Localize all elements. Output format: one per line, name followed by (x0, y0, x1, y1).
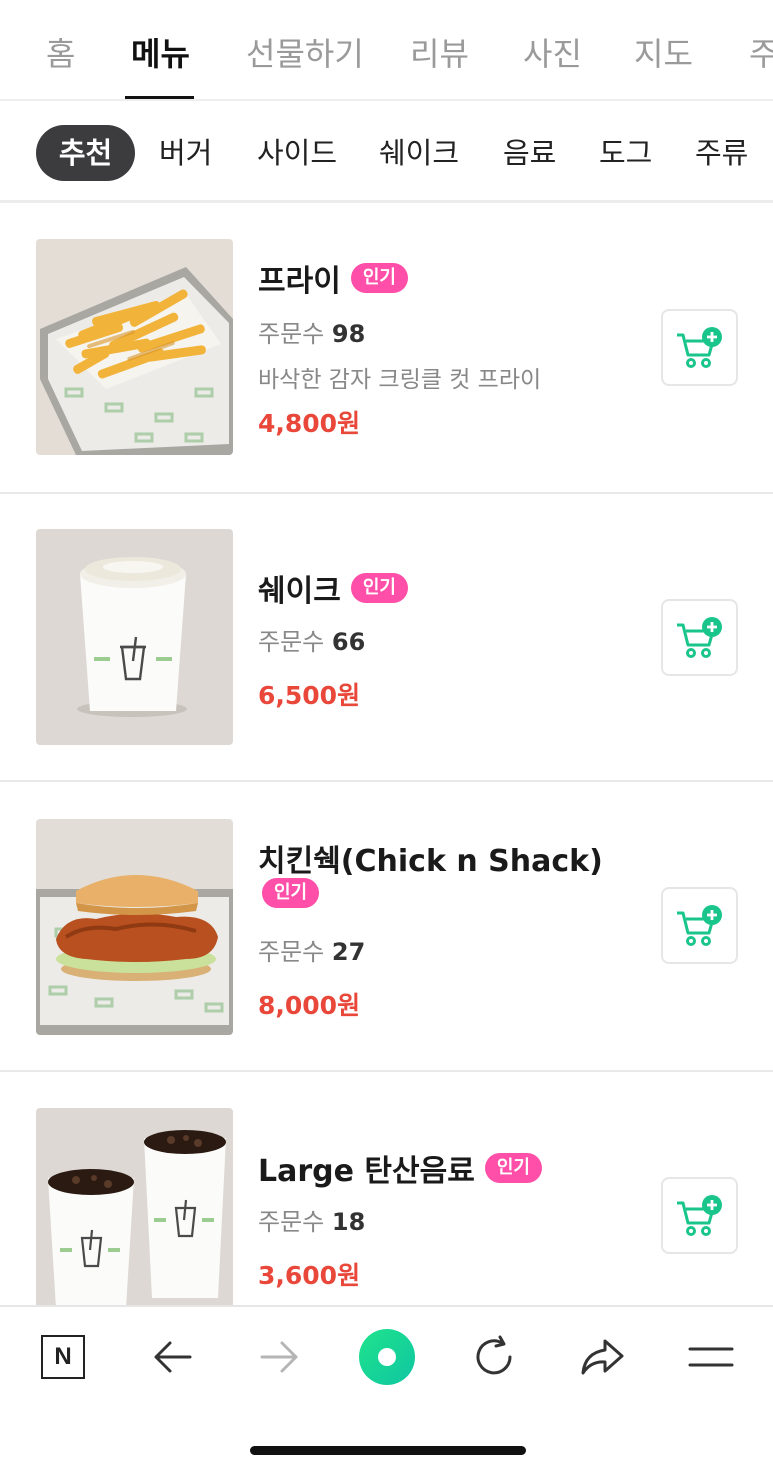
add-to-cart-button[interactable] (661, 599, 738, 676)
share-icon[interactable] (572, 1327, 632, 1387)
tab-map[interactable]: 지도 (634, 34, 693, 74)
add-to-cart-button[interactable] (661, 1177, 738, 1254)
item-name-row: Large 탄산음료 인기 (258, 1146, 542, 1190)
order-count-label: 주문수 (258, 628, 325, 656)
refresh-icon[interactable] (464, 1327, 524, 1387)
green-dot-icon[interactable] (357, 1327, 417, 1387)
order-count: 주문수 66 (258, 622, 365, 657)
tab-reviews[interactable]: 리뷰 (410, 34, 469, 74)
naver-logo-text: N (41, 1335, 85, 1379)
popular-badge: 인기 (262, 878, 320, 908)
popular-badge: 인기 (350, 573, 408, 603)
chicken-burger-image[interactable] (36, 819, 233, 1035)
item-name-row: 쉐이크 인기 (258, 566, 408, 610)
soda-image[interactable] (36, 1108, 233, 1308)
item-name-row: 치킨쉑(Chick n Shack) (258, 836, 603, 880)
forward-arrow-icon[interactable] (250, 1327, 310, 1387)
order-count-label: 주문수 (258, 320, 325, 348)
category-recommended[interactable]: 추천 (36, 125, 135, 181)
order-count: 주문수 27 (258, 932, 365, 967)
order-count-value: 98 (331, 320, 366, 348)
item-price: 3,600원 (258, 1261, 361, 1290)
popular-badge: 인기 (484, 1153, 542, 1183)
top-tab-bar: 홈 메뉴 선물하기 리뷰 사진 지도 주 (0, 0, 773, 101)
tab-home[interactable]: 홈 (46, 34, 75, 74)
order-count-value: 18 (331, 1208, 366, 1236)
category-alcohol[interactable]: 주류 (695, 125, 748, 181)
order-count: 주문수 98 (258, 314, 365, 349)
category-dog[interactable]: 도그 (599, 125, 652, 181)
home-indicator (250, 1446, 526, 1455)
item-name: 프라이 (258, 264, 341, 299)
tab-gift[interactable]: 선물하기 (246, 34, 364, 74)
item-price: 8,000원 (258, 991, 361, 1020)
category-side[interactable]: 사이드 (257, 125, 337, 181)
add-to-cart-button[interactable] (661, 309, 738, 386)
menu-item-fries[interactable]: 프라이 인기 주문수 98 바삭한 감자 크링클 컷 프라이 4,800원 (0, 206, 773, 494)
browser-bottom-bar: N (0, 1305, 773, 1472)
category-bar: 추천 버거 사이드 쉐이크 음료 도그 주류 (0, 103, 773, 203)
item-name-row: 프라이 인기 (258, 256, 408, 300)
menu-icon[interactable] (681, 1327, 741, 1387)
item-name: Large 탄산음료 (258, 1154, 475, 1189)
back-arrow-icon[interactable] (142, 1327, 202, 1387)
order-count-value: 27 (331, 938, 366, 966)
item-name: 쉐이크 (258, 574, 341, 609)
item-price: 4,800원 (258, 409, 361, 438)
cart-plus-icon (676, 904, 722, 946)
order-count-label: 주문수 (258, 1208, 325, 1236)
naver-logo-icon[interactable]: N (33, 1327, 93, 1387)
add-to-cart-button[interactable] (661, 887, 738, 964)
active-tab-indicator (125, 96, 194, 99)
order-count-label: 주문수 (258, 938, 325, 966)
fries-image[interactable] (36, 239, 233, 455)
menu-item-shake[interactable]: 쉐이크 인기 주문수 66 6,500원 (0, 494, 773, 782)
cart-plus-icon (676, 616, 722, 658)
category-burger[interactable]: 버거 (159, 125, 212, 181)
order-count-value: 66 (331, 628, 366, 656)
menu-item-soda[interactable]: Large 탄산음료 인기 주문수 18 3,600원 (0, 1072, 773, 1312)
category-drinks[interactable]: 음료 (503, 125, 556, 181)
item-badge-row: 인기 (262, 878, 320, 908)
tab-photos[interactable]: 사진 (523, 34, 582, 74)
tab-partial[interactable]: 주 (749, 34, 773, 74)
menu-item-chicken-burger[interactable]: 치킨쉑(Chick n Shack) 인기 주문수 27 8,000원 (0, 782, 773, 1072)
popular-badge: 인기 (350, 263, 408, 293)
item-price: 6,500원 (258, 681, 361, 710)
category-shake[interactable]: 쉐이크 (379, 125, 459, 181)
shake-image[interactable] (36, 529, 233, 745)
tab-menu[interactable]: 메뉴 (131, 34, 190, 74)
cart-plus-icon (676, 1194, 722, 1236)
item-description: 바삭한 감자 크링클 컷 프라이 (258, 367, 542, 393)
item-name: 치킨쉑(Chick n Shack) (258, 844, 603, 879)
cart-plus-icon (676, 326, 722, 368)
order-count: 주문수 18 (258, 1202, 365, 1237)
